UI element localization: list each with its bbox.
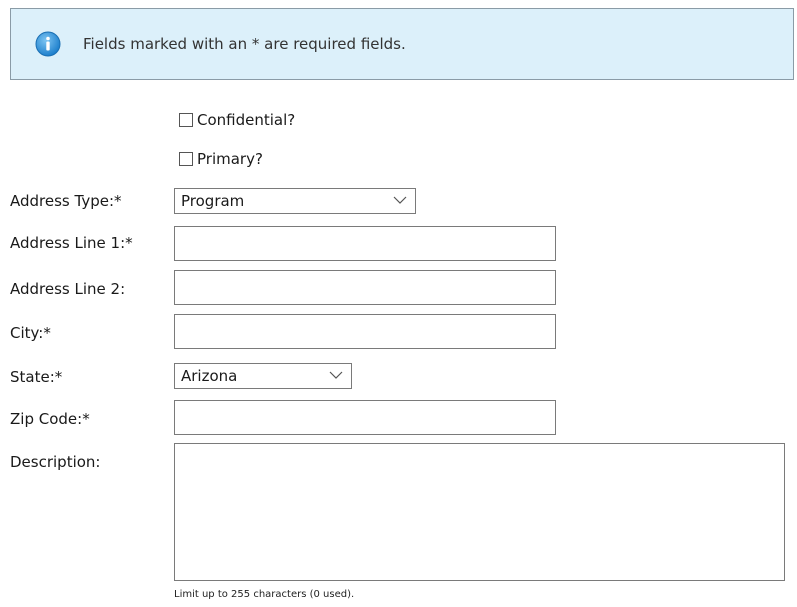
confidential-label: Confidential? — [197, 111, 296, 129]
zip-code-label: Zip Code:* — [10, 410, 90, 428]
state-label: State:* — [10, 368, 63, 386]
chevron-down-icon — [329, 371, 343, 379]
info-icon — [35, 31, 61, 57]
state-select[interactable]: Arizona — [174, 363, 352, 389]
address-line2-input[interactable] — [174, 270, 556, 305]
address-line1-input[interactable] — [174, 226, 556, 261]
address-type-select[interactable]: Program — [174, 188, 416, 214]
description-label: Description: — [10, 453, 101, 471]
character-limit-note: Limit up to 255 characters (0 used). — [174, 589, 355, 600]
primary-checkbox-row[interactable]: Primary? — [179, 150, 263, 168]
zip-code-input[interactable] — [174, 400, 556, 435]
required-fields-banner: Fields marked with an * are required fie… — [10, 8, 794, 80]
chevron-down-icon — [393, 196, 407, 204]
address-type-value: Program — [181, 192, 245, 210]
city-input[interactable] — [174, 314, 556, 349]
state-value: Arizona — [181, 367, 238, 385]
primary-checkbox[interactable] — [179, 152, 193, 166]
confidential-checkbox[interactable] — [179, 113, 193, 127]
city-label: City:* — [10, 324, 51, 342]
banner-text: Fields marked with an * are required fie… — [83, 35, 406, 53]
address-line1-label: Address Line 1:* — [10, 234, 133, 252]
address-line2-label: Address Line 2: — [10, 280, 126, 298]
address-type-label: Address Type:* — [10, 192, 122, 210]
confidential-checkbox-row[interactable]: Confidential? — [179, 111, 295, 129]
description-textarea[interactable] — [174, 443, 785, 581]
primary-label: Primary? — [197, 150, 263, 168]
